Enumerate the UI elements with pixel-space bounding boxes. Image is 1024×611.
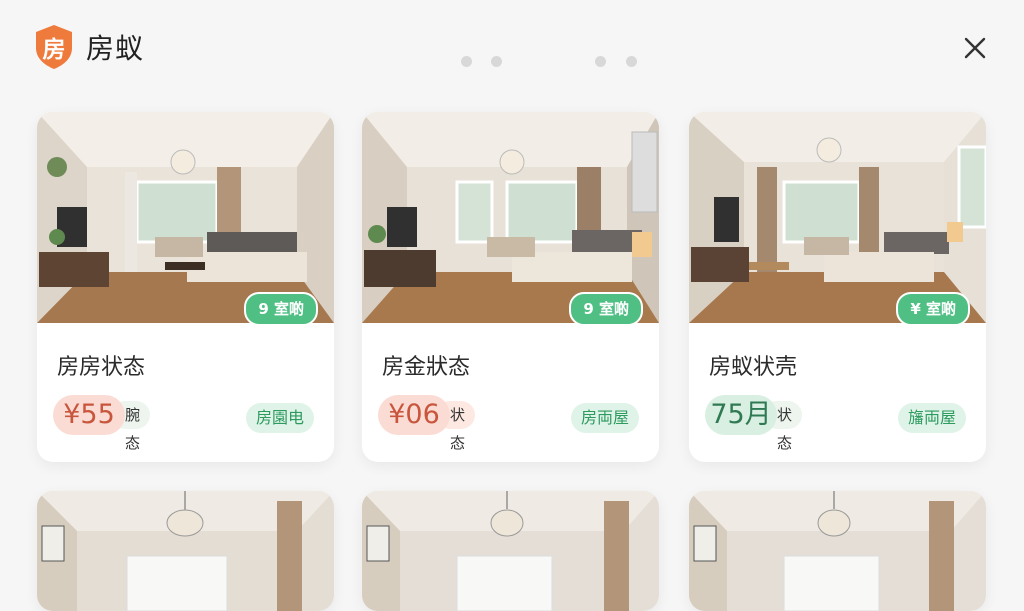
logo-glyph: 房 [42,37,66,63]
listing-card[interactable]: 9 室啲 房房状态 腕态 ¥55 房園电 [37,112,334,462]
listing-card[interactable] [37,491,334,611]
status-badge: 房園电 [245,403,314,433]
listing-title: 房金狀态 [382,355,471,380]
app-header: 房 房蚁 [0,0,1024,96]
photo-tag: ¥ 室啲 [896,292,970,326]
photo-tag: 9 室啲 [244,292,318,326]
house-shield-icon: 房 [34,24,74,70]
page-indicator-dot[interactable] [461,56,472,67]
listing-card[interactable] [362,491,659,611]
price-value: 75月 [705,395,777,435]
price-value: ¥55 [53,395,125,435]
room-photo [37,491,334,611]
listing-card[interactable] [689,491,986,611]
listing-card[interactable]: 9 室啲 房金狀态 状态 ¥06 房両屋 [362,112,659,462]
listing-title: 房房状态 [57,355,146,380]
status-badge: 旛両屋 [897,403,966,433]
price-value: ¥06 [378,395,450,435]
page-indicator-dot[interactable] [626,56,637,67]
photo-tag: 9 室啲 [569,292,643,326]
room-photo [689,491,986,611]
close-button[interactable] [960,33,990,63]
room-photo [362,491,659,611]
page-indicator-dot[interactable] [491,56,502,67]
listing-title: 房蚁状壳 [709,355,798,380]
listing-card[interactable]: ¥ 室啲 房蚁状壳 状态 75月 旛両屋 [689,112,986,462]
page-indicator-dot[interactable] [595,56,606,67]
app-title: 房蚁 [86,32,145,65]
status-badge: 房両屋 [570,403,639,433]
close-icon [964,37,986,59]
